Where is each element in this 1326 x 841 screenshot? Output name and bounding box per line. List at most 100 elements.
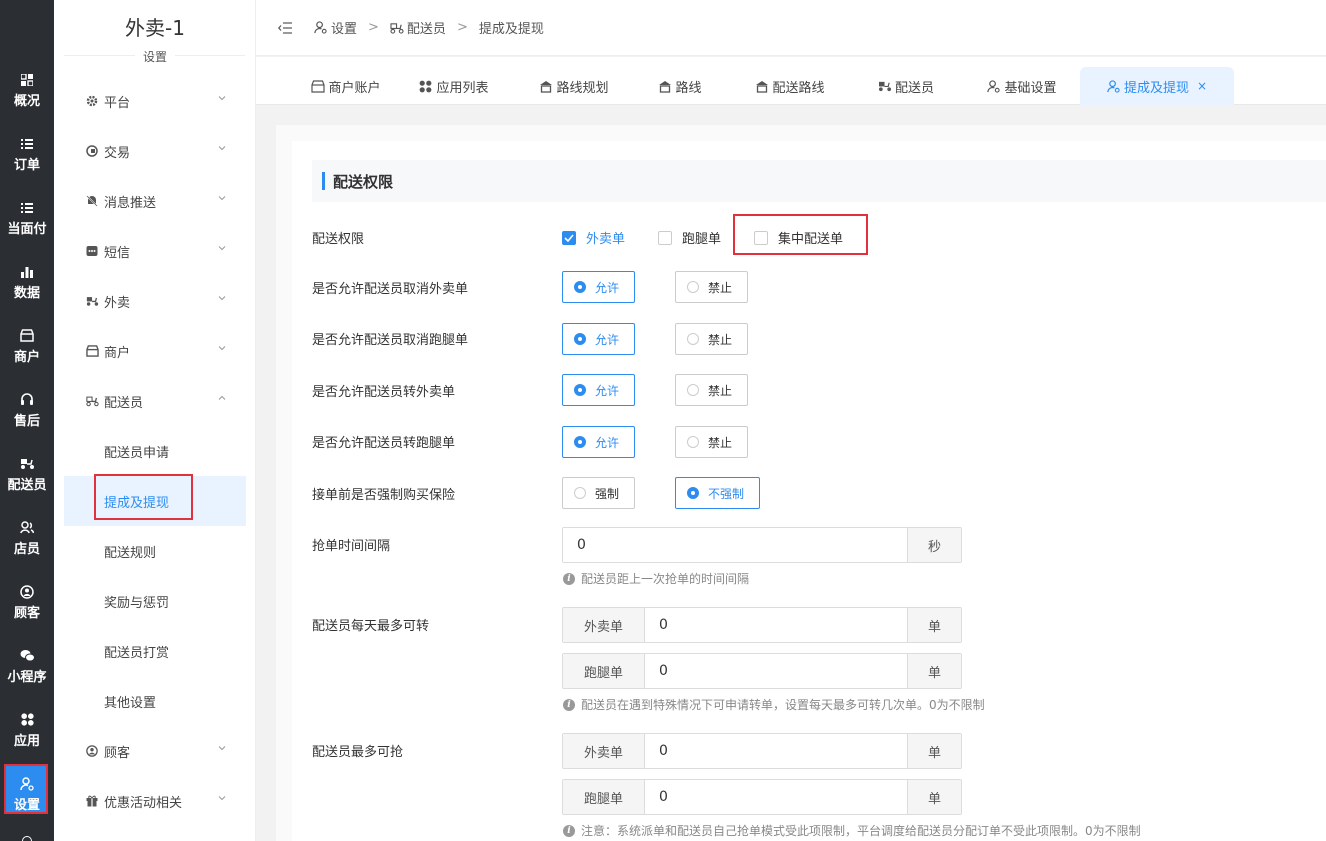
daily-transfer-label: 配送员每天最多可转 [312, 619, 430, 634]
wechat-icon [19, 648, 35, 664]
store-title: 外卖-1 [125, 16, 185, 40]
tab-app-list[interactable]: 应用列表 [408, 67, 500, 105]
rail-item-overview[interactable]: 概况 [0, 58, 54, 122]
prefix-errand: 跑腿单 [563, 780, 645, 814]
grab-interval-label: 抢单时间间隔 [312, 539, 391, 554]
rail-label: 概况 [13, 93, 40, 109]
close-tab-icon[interactable]: × [1197, 79, 1207, 93]
radio-dot [574, 487, 586, 499]
rail-item-settings[interactable]: 设置 [0, 762, 54, 826]
grab-interval-input[interactable] [563, 528, 907, 562]
sidebar-item-trade[interactable]: 交易 [64, 126, 246, 176]
tab-routes[interactable]: 路线 [648, 67, 712, 105]
tab-couriers[interactable]: 配送员 [866, 67, 946, 105]
transfer-errand-label: 是否允许配送员转跑腿单 [312, 436, 456, 451]
sidebar-item-sms[interactable]: 短信 [64, 226, 246, 276]
rail-item-couriers[interactable]: 配送员 [0, 442, 54, 506]
rail-item-mini-program[interactable]: 小程序 [0, 634, 54, 698]
rail-label: 配送员 [7, 477, 47, 493]
cancel-errand-label: 是否允许配送员取消跑腿单 [312, 333, 469, 348]
daily-transfer-errand-input[interactable] [645, 654, 907, 688]
cancel-errand-deny[interactable]: 禁止 [675, 323, 748, 355]
chevron-down-icon [218, 146, 226, 151]
rail-label: 顾客 [13, 605, 40, 621]
rail-item-face-pay[interactable]: 当面付 [0, 186, 54, 250]
rail-item-merchants[interactable]: 商户 [0, 314, 54, 378]
wallet-icon [85, 144, 99, 158]
breadcrumb: 设置 > 配送员 > 提成及提现 [314, 18, 544, 37]
apps-icon [419, 79, 433, 93]
sidebar-subtitle: 设置 [54, 48, 256, 65]
chevron-down-icon [218, 246, 226, 251]
max-grab-label: 配送员最多可抢 [312, 745, 404, 760]
rail-label: 商户 [13, 349, 40, 365]
sidebar-item-push[interactable]: 消息推送 [64, 176, 246, 226]
chevron-down-icon [218, 796, 226, 801]
cancel-takeout-deny[interactable]: 禁止 [675, 271, 748, 303]
breadcrumb-item-current: 提成及提现 [478, 22, 544, 37]
main-nav-rail: 概况 订单 当面付 数据 商户 售后 配送员 店员 顾客 小程序 应用 设置 [0, 0, 54, 841]
unit-orders: 单 [907, 608, 961, 642]
tab-bar: 商户账户 应用列表 路线规划 路线 配送路线 配送员 基础设置 提成及提现 × [256, 57, 1326, 105]
transfer-errand-allow[interactable]: 允许 [562, 426, 635, 458]
unit-orders: 单 [907, 654, 961, 688]
tab-merchant-account[interactable]: 商户账户 [300, 67, 392, 105]
gift-icon [85, 794, 99, 808]
store-icon [19, 328, 35, 344]
sidebar-subitem-delivery-rules[interactable]: 配送规则 [64, 526, 246, 576]
sidebar-subitem-tips[interactable]: 配送员打赏 [64, 626, 246, 676]
store-icon [311, 79, 326, 93]
max-grab-takeout-input[interactable] [645, 734, 907, 768]
bar-chart-icon [19, 264, 35, 280]
rail-item-apps[interactable]: 应用 [0, 698, 54, 762]
transfer-takeout-deny[interactable]: 禁止 [675, 374, 748, 406]
breadcrumb-separator: > [368, 20, 379, 35]
sidebar-subitem-other[interactable]: 其他设置 [64, 676, 246, 726]
chevron-up-icon [218, 395, 226, 400]
user-gear-icon [19, 776, 35, 792]
section-header: 配送权限 [312, 160, 1326, 202]
radio-dot [574, 333, 586, 345]
breadcrumb-item-couriers[interactable]: 配送员 [407, 18, 446, 37]
checkbox-centralized[interactable]: 集中配送单 [754, 228, 843, 247]
rail-item-customers[interactable]: 顾客 [0, 570, 54, 634]
tab-commission-withdraw[interactable]: 提成及提现 × [1080, 67, 1234, 105]
insurance-force[interactable]: 强制 [562, 477, 635, 509]
sidebar-item-takeout[interactable]: 外卖 [64, 276, 246, 326]
tab-route-planning[interactable]: 路线规划 [528, 67, 620, 105]
sidebar-subitem-courier-apply[interactable]: 配送员申请 [64, 426, 246, 476]
rail-item-orders[interactable]: 订单 [0, 122, 54, 186]
checkbox-takeout[interactable]: 外卖单 [562, 228, 625, 247]
tab-basic-settings[interactable]: 基础设置 [976, 67, 1068, 105]
transfer-errand-deny[interactable]: 禁止 [675, 426, 748, 458]
cancel-errand-allow[interactable]: 允许 [562, 323, 635, 355]
transfer-takeout-allow[interactable]: 允许 [562, 374, 635, 406]
rail-item-staff[interactable]: 店员 [0, 506, 54, 570]
checkbox-box [562, 230, 576, 245]
insurance-no-force[interactable]: 不强制 [675, 477, 760, 509]
chevron-down-icon [218, 296, 226, 301]
daily-transfer-takeout-input[interactable] [645, 608, 907, 642]
max-grab-errand-group: 跑腿单 单 [562, 779, 962, 815]
sidebar-item-promotions[interactable]: 优惠活动相关 [64, 776, 246, 826]
sidebar-subitem-commission[interactable]: 提成及提现 [64, 476, 246, 526]
scooter-icon [390, 21, 404, 35]
tab-delivery-routes[interactable]: 配送路线 [744, 67, 836, 105]
sidebar-item-customers[interactable]: 顾客 [64, 726, 246, 776]
collapse-menu-icon[interactable] [278, 21, 292, 34]
sidebar-item-platform[interactable]: 平台 [64, 76, 246, 126]
rail-item-after-sales[interactable]: 售后 [0, 378, 54, 442]
max-grab-errand-input[interactable] [645, 780, 907, 814]
checkbox-errand[interactable]: 跑腿单 [658, 228, 721, 247]
sidebar-item-couriers[interactable]: 配送员 [64, 376, 246, 426]
sidebar-subitem-reward-penalty[interactable]: 奖励与惩罚 [64, 576, 246, 626]
info-icon: i [563, 824, 575, 837]
checkbox-box [754, 230, 768, 245]
rail-item-data[interactable]: 数据 [0, 250, 54, 314]
cancel-takeout-allow[interactable]: 允许 [562, 271, 635, 303]
breadcrumb-item-settings[interactable]: 设置 [331, 18, 357, 37]
sidebar-item-merchants[interactable]: 商户 [64, 326, 246, 376]
transfer-takeout-label: 是否允许配送员转外卖单 [312, 385, 456, 400]
radio-dot [687, 436, 699, 448]
settings-sidebar: 外卖-1 设置 平台 交易 消息推送 短信 外卖 商户 配送员 配送员申请 提成… [54, 0, 256, 841]
